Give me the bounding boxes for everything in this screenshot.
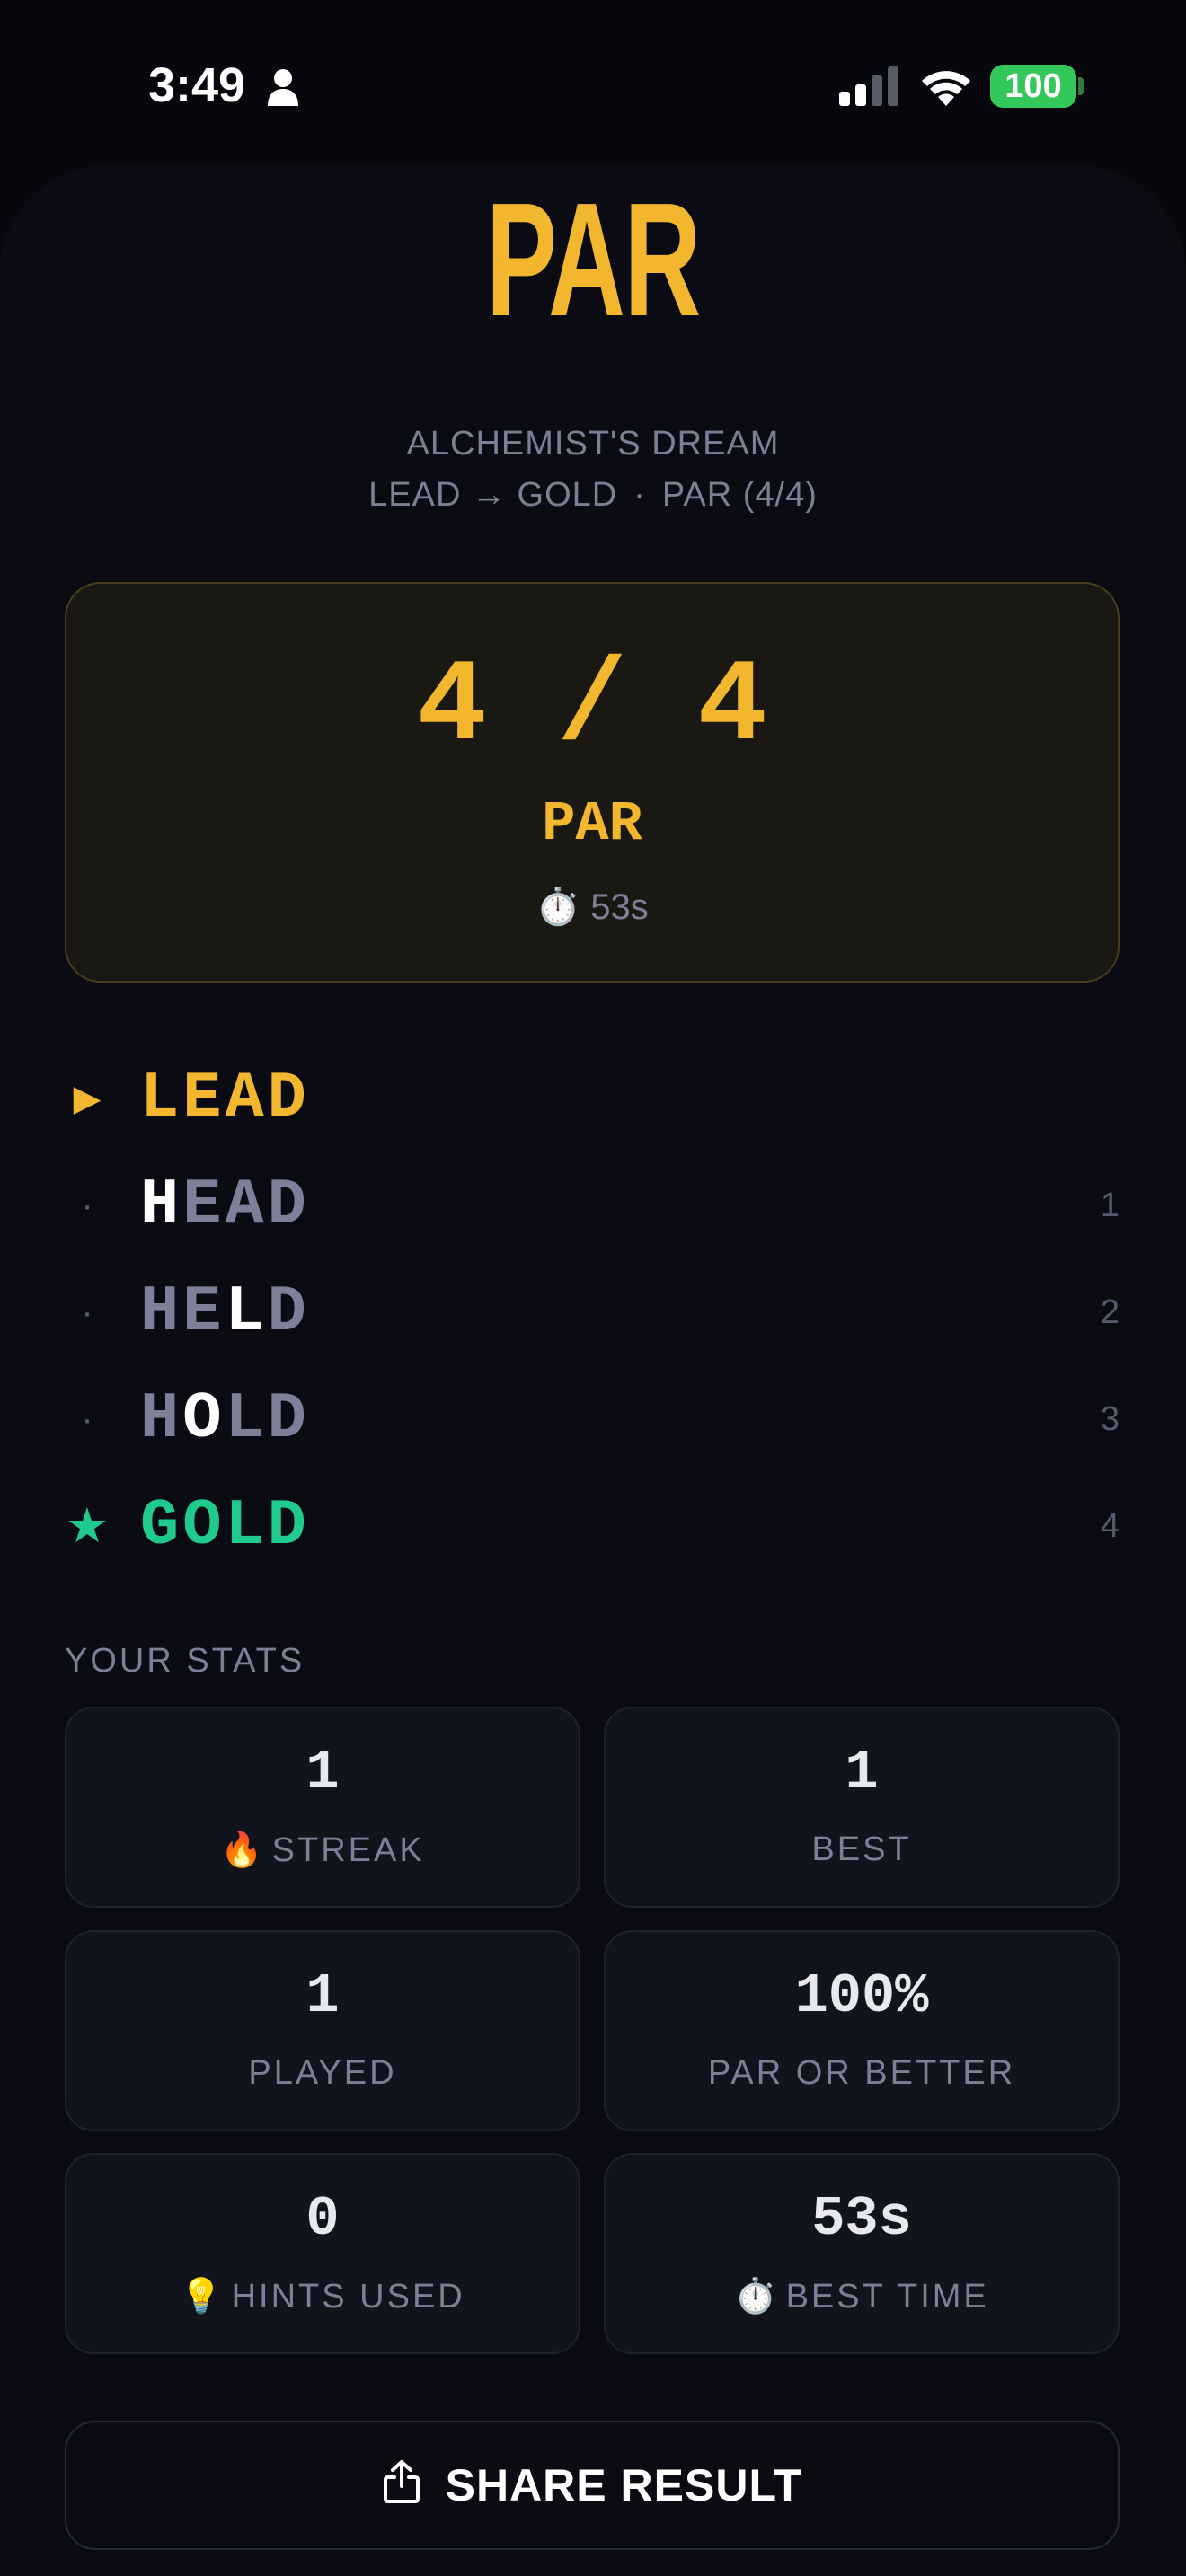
letter: D <box>267 1489 310 1563</box>
status-bar: 3:49 100 <box>0 0 1186 162</box>
score-value: 4 / 4 <box>416 642 768 774</box>
dot-icon: · <box>81 1186 93 1225</box>
ladder-step-word: · HELD 2 <box>65 1267 1120 1357</box>
letter: E <box>182 1062 226 1135</box>
stat-value: 53s <box>811 2187 912 2251</box>
ladder-word: HELD <box>140 1267 310 1357</box>
puzzle-route: LEAD → GOLD · PAR (4/4) <box>0 476 1186 515</box>
stat-card: 53s ⏱️ BEST TIME <box>604 2153 1120 2354</box>
stat-value: 0 <box>305 2187 340 2251</box>
letter: D <box>267 1382 310 1456</box>
stat-card: 0 💡 HINTS USED <box>65 2153 580 2354</box>
ladder-word: GOLD <box>140 1481 310 1571</box>
stopwatch-icon: ⏱️ <box>535 887 581 927</box>
letter: D <box>267 1062 310 1135</box>
ladder-word: HOLD <box>140 1374 310 1464</box>
signal-icon <box>839 66 898 106</box>
stat-label-text: HINTS USED <box>231 2278 465 2316</box>
stat-value: 1 <box>305 1741 340 1804</box>
app-title: PAR <box>485 170 701 350</box>
letter: H <box>140 1275 183 1349</box>
puzzle-route-words: LEAD → GOLD <box>368 476 618 514</box>
stat-label: PAR OR BETTER <box>606 2054 1118 2093</box>
dot-icon: · <box>81 1399 93 1439</box>
changed-letter: L <box>225 1275 268 1349</box>
battery-icon: 100 <box>990 65 1076 108</box>
score-time: ⏱️ 53s <box>66 886 1118 928</box>
changed-letter: H <box>140 1169 183 1242</box>
stats-heading: YOUR STATS <box>65 1642 305 1680</box>
share-icon <box>384 2460 420 2503</box>
lightbulb-icon: 💡 <box>180 2278 223 2316</box>
stat-label-text: STREAK <box>271 1831 425 1869</box>
stat-card: 1 PLAYED <box>65 1930 580 2131</box>
letter: L <box>140 1062 183 1135</box>
stopwatch-icon: ⏱️ <box>734 2278 777 2316</box>
share-result-button[interactable]: SHARE RESULT <box>65 2421 1120 2550</box>
play-icon: ▶ <box>73 1079 102 1118</box>
letter: E <box>182 1275 226 1349</box>
letter: L <box>225 1489 268 1563</box>
ladder-start-word: ▶ LEAD <box>65 1054 1120 1143</box>
letter: L <box>225 1382 268 1456</box>
stat-label-text: PAR OR BETTER <box>707 2054 1016 2092</box>
score-time-value: 53s <box>590 887 649 927</box>
stat-value: 100% <box>794 1964 929 2028</box>
route-separator: · <box>633 476 646 514</box>
battery-tip <box>1078 77 1084 95</box>
letter: H <box>140 1382 183 1456</box>
ladder-step-number: 2 <box>1100 1293 1120 1331</box>
letter: O <box>182 1489 226 1563</box>
letter: G <box>140 1489 183 1563</box>
ladder-step-word: · HOLD 3 <box>65 1374 1120 1464</box>
star-icon: ★ <box>65 1499 110 1553</box>
ladder-step-number: 4 <box>1100 1507 1120 1545</box>
ladder-word: LEAD <box>140 1054 310 1143</box>
share-result-label: SHARE RESULT <box>445 2460 802 2510</box>
stat-label-text: PLAYED <box>248 2054 397 2092</box>
fire-icon: 🔥 <box>220 1831 263 1869</box>
stat-label-text: BEST TIME <box>785 2278 989 2316</box>
stat-card: 1 🔥 STREAK <box>65 1707 580 1908</box>
puzzle-par-info: PAR (4/4) <box>661 476 818 514</box>
score-card: 4 / 4 PAR ⏱️ 53s <box>65 582 1120 983</box>
letter: D <box>267 1275 310 1349</box>
stat-value: 1 <box>305 1964 340 2028</box>
ladder-step-word: · HEAD 1 <box>65 1160 1120 1250</box>
puzzle-name: ALCHEMIST'S DREAM <box>406 425 780 463</box>
stat-label: 💡 HINTS USED <box>66 2277 579 2316</box>
ladder-step-number: 3 <box>1100 1400 1120 1438</box>
stat-card: 1 BEST <box>604 1707 1120 1908</box>
letter: A <box>225 1169 268 1242</box>
ladder-step-number: 1 <box>1100 1187 1120 1224</box>
changed-letter: O <box>182 1382 226 1456</box>
stat-label: PLAYED <box>66 2054 579 2093</box>
status-time: 3:49 <box>148 58 246 112</box>
person-icon <box>268 69 298 106</box>
stat-value: 1 <box>845 1741 879 1804</box>
letter: D <box>267 1169 310 1242</box>
ladder-goal-word: ★ GOLD 4 <box>65 1481 1120 1571</box>
ladder-word: HEAD <box>140 1160 310 1250</box>
stat-label: BEST <box>606 1831 1118 1869</box>
stat-label: 🔥 STREAK <box>66 1831 579 1870</box>
score-result-label: PAR <box>542 792 642 856</box>
stat-label: ⏱️ BEST TIME <box>606 2277 1118 2316</box>
wifi-icon <box>922 71 970 106</box>
dot-icon: · <box>81 1292 93 1332</box>
battery-level: 100 <box>1005 67 1062 105</box>
stat-card: 100% PAR OR BETTER <box>604 1930 1120 2131</box>
stat-label-text: BEST <box>811 1831 912 1868</box>
letter: A <box>225 1062 268 1135</box>
letter: E <box>182 1169 226 1242</box>
